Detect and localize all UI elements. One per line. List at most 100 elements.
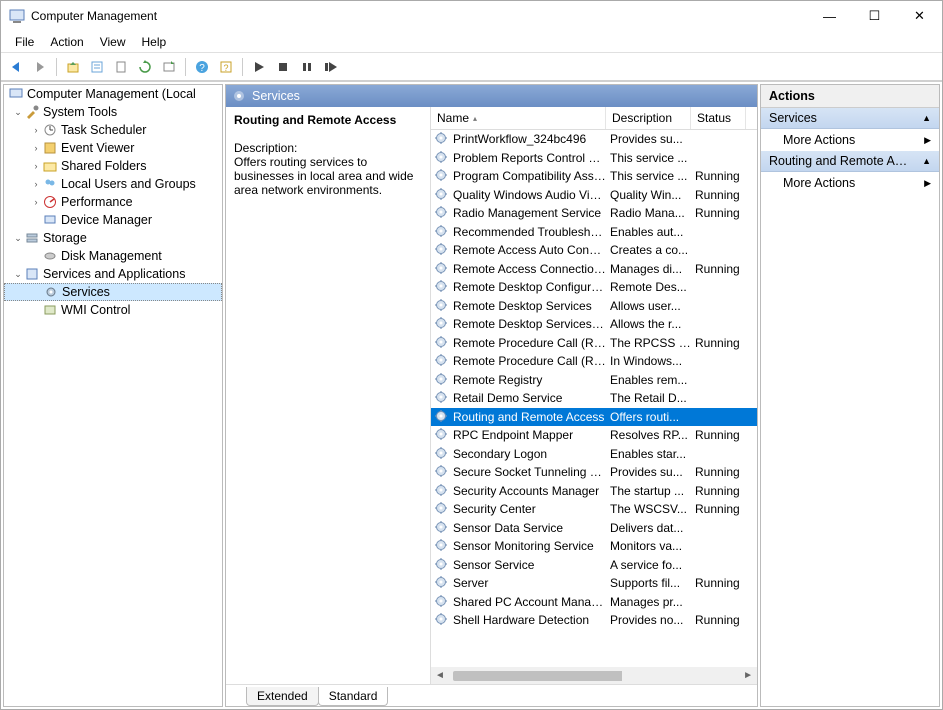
service-row[interactable]: Security Accounts ManagerThe startup ...… — [431, 482, 757, 501]
service-row[interactable]: Remote Access Connection...Manages di...… — [431, 260, 757, 279]
service-description: The WSCSV... — [610, 502, 695, 516]
tab-extended[interactable]: Extended — [246, 687, 319, 706]
tree-label: Storage — [43, 231, 87, 245]
expand-icon[interactable]: › — [30, 125, 42, 135]
help-topic-button[interactable]: ? — [215, 56, 237, 78]
service-row[interactable]: Shell Hardware DetectionProvides no...Ru… — [431, 611, 757, 630]
service-row[interactable]: Security CenterThe WSCSV...Running — [431, 500, 757, 519]
service-row[interactable]: Remote RegistryEnables rem... — [431, 371, 757, 390]
column-name[interactable]: Name — [431, 107, 606, 129]
service-list[interactable]: PrintWorkflow_324bc496Provides su...Prob… — [431, 130, 757, 667]
service-row[interactable]: Sensor Data ServiceDelivers dat... — [431, 519, 757, 538]
gear-icon — [434, 131, 450, 147]
actions-more-selected[interactable]: More Actions ▶ — [761, 172, 939, 194]
tree-root[interactable]: Computer Management (Local — [4, 85, 222, 103]
service-row[interactable]: RPC Endpoint MapperResolves RP...Running — [431, 426, 757, 445]
tree-label: Services — [62, 285, 110, 299]
service-row[interactable]: Retail Demo ServiceThe Retail D... — [431, 389, 757, 408]
collapse-icon[interactable]: ⌄ — [12, 269, 24, 280]
service-row[interactable]: PrintWorkflow_324bc496Provides su... — [431, 130, 757, 149]
back-button[interactable] — [5, 56, 27, 78]
menu-action[interactable]: Action — [42, 33, 91, 51]
up-button[interactable] — [62, 56, 84, 78]
service-row[interactable]: Radio Management ServiceRadio Mana...Run… — [431, 204, 757, 223]
stop-service-button[interactable] — [272, 56, 294, 78]
tree-services-apps[interactable]: ⌄ Services and Applications — [4, 265, 222, 283]
panel-header: Services — [226, 85, 757, 107]
expand-icon[interactable]: › — [30, 197, 42, 207]
column-description[interactable]: Description — [606, 107, 691, 129]
service-row[interactable]: Remote Desktop ServicesAllows user... — [431, 297, 757, 316]
tree-disk-management[interactable]: Disk Management — [4, 247, 222, 265]
service-name: Retail Demo Service — [453, 391, 610, 405]
apps-icon — [24, 266, 40, 282]
tab-standard[interactable]: Standard — [318, 687, 389, 706]
column-status[interactable]: Status — [691, 107, 746, 129]
tree-event-viewer[interactable]: › Event Viewer — [4, 139, 222, 157]
service-row[interactable]: Program Compatibility Assi...This servic… — [431, 167, 757, 186]
service-status: Running — [695, 262, 750, 276]
service-row[interactable]: Remote Access Auto Conne...Creates a co.… — [431, 241, 757, 260]
service-name: Remote Access Connection... — [453, 262, 610, 276]
tree-task-scheduler[interactable]: › Task Scheduler — [4, 121, 222, 139]
service-row[interactable]: Secondary LogonEnables star... — [431, 445, 757, 464]
menu-help[interactable]: Help — [134, 33, 175, 51]
service-row[interactable]: Problem Reports Control Pa...This servic… — [431, 149, 757, 168]
tree-device-manager[interactable]: Device Manager — [4, 211, 222, 229]
pause-service-button[interactable] — [296, 56, 318, 78]
service-row[interactable]: Secure Socket Tunneling Pr...Provides su… — [431, 463, 757, 482]
gear-icon — [232, 89, 246, 103]
service-row[interactable]: Shared PC Account ManagerManages pr... — [431, 593, 757, 612]
service-row[interactable]: Routing and Remote AccessOffers routi... — [431, 408, 757, 427]
service-status: Running — [695, 169, 750, 183]
service-row[interactable]: Sensor Monitoring ServiceMonitors va... — [431, 537, 757, 556]
service-row[interactable]: Remote Desktop Services U...Allows the r… — [431, 315, 757, 334]
scroll-thumb[interactable] — [453, 671, 735, 681]
service-row[interactable]: Remote Desktop Configurat...Remote Des..… — [431, 278, 757, 297]
close-button[interactable]: ✕ — [897, 1, 942, 31]
collapse-icon[interactable]: ⌄ — [12, 107, 24, 118]
actions-section-selected[interactable]: Routing and Remote Access ▲ — [761, 151, 939, 172]
service-row[interactable]: Quality Windows Audio Vid...Quality Win.… — [431, 186, 757, 205]
expand-icon[interactable]: › — [30, 179, 42, 189]
export-button[interactable] — [110, 56, 132, 78]
export-list-button[interactable] — [158, 56, 180, 78]
restart-service-button[interactable] — [320, 56, 342, 78]
expand-icon[interactable]: › — [30, 143, 42, 153]
actions-more-services[interactable]: More Actions ▶ — [761, 129, 939, 151]
refresh-button[interactable] — [134, 56, 156, 78]
minimize-button[interactable]: — — [807, 1, 852, 31]
service-row[interactable]: Remote Procedure Call (RPC)The RPCSS s..… — [431, 334, 757, 353]
forward-button[interactable] — [29, 56, 51, 78]
service-row[interactable]: Remote Procedure Call (RP...In Windows..… — [431, 352, 757, 371]
service-name: Quality Windows Audio Vid... — [453, 188, 610, 202]
menu-file[interactable]: File — [7, 33, 42, 51]
service-row[interactable]: ServerSupports fil...Running — [431, 574, 757, 593]
expand-icon[interactable]: › — [30, 161, 42, 171]
main-panel: Services Routing and Remote Access Descr… — [225, 84, 758, 707]
tree-storage[interactable]: ⌄ Storage — [4, 229, 222, 247]
service-row[interactable]: Sensor ServiceA service fo... — [431, 556, 757, 575]
tree-shared-folders[interactable]: › Shared Folders — [4, 157, 222, 175]
scroll-right-icon[interactable]: ► — [743, 670, 753, 681]
actions-section-services[interactable]: Services ▲ — [761, 108, 939, 129]
tree-wmi[interactable]: WMI Control — [4, 301, 222, 319]
help-button[interactable]: ? — [191, 56, 213, 78]
wmi-icon — [42, 302, 58, 318]
collapse-icon[interactable]: ⌄ — [12, 233, 24, 244]
menu-view[interactable]: View — [92, 33, 134, 51]
horizontal-scrollbar[interactable]: ◄ ► — [431, 667, 757, 684]
properties-button[interactable] — [86, 56, 108, 78]
tree-local-users[interactable]: › Local Users and Groups — [4, 175, 222, 193]
tree-services[interactable]: Services — [4, 283, 222, 301]
service-description: Enables rem... — [610, 373, 695, 387]
tree-system-tools[interactable]: ⌄ System Tools — [4, 103, 222, 121]
navigation-tree[interactable]: Computer Management (Local ⌄ System Tool… — [3, 84, 223, 707]
start-service-button[interactable] — [248, 56, 270, 78]
maximize-button[interactable]: ☐ — [852, 1, 897, 31]
tree-performance[interactable]: › Performance — [4, 193, 222, 211]
gear-icon — [434, 242, 450, 258]
service-row[interactable]: Recommended Troublesho...Enables aut... — [431, 223, 757, 242]
service-status: Running — [695, 465, 750, 479]
scroll-left-icon[interactable]: ◄ — [435, 670, 445, 681]
